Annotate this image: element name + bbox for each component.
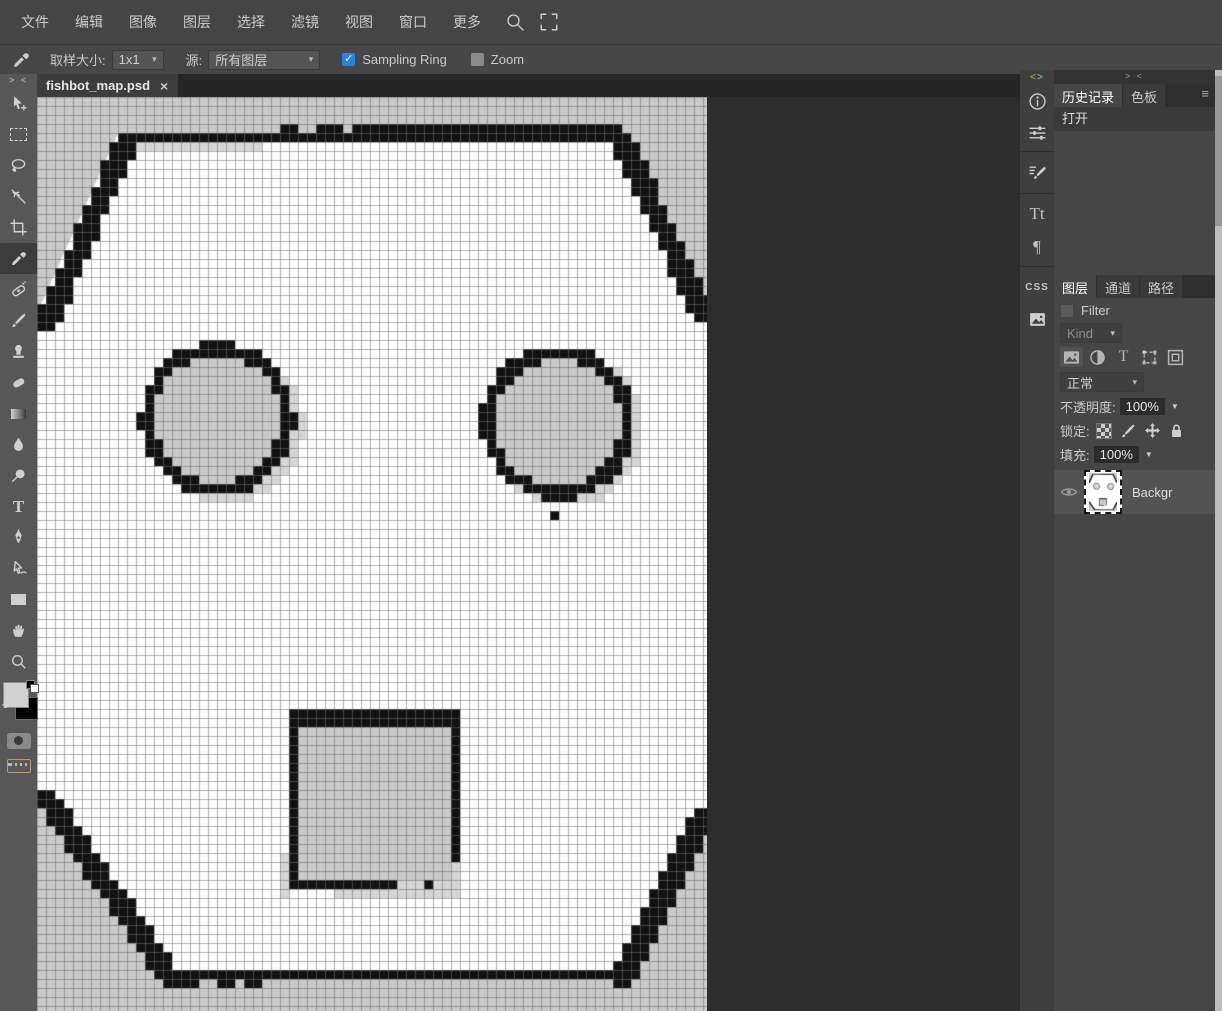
lock-paint-icon[interactable]: [1120, 423, 1136, 439]
lock-all-icon[interactable]: [1169, 423, 1184, 439]
menu-view[interactable]: 视图: [332, 0, 386, 44]
layer-filter-icons: T: [1054, 343, 1215, 367]
layer-visibility-eye-icon[interactable]: [1054, 485, 1084, 499]
healing-brush-tool[interactable]: [0, 274, 37, 305]
menu-file[interactable]: 文件: [8, 0, 62, 44]
toolbar-collapse-icon[interactable]: > <: [0, 74, 37, 88]
document-canvas[interactable]: [37, 97, 707, 1011]
color-swatches: ⇄: [0, 680, 39, 724]
image-panel-icon[interactable]: [1020, 304, 1054, 335]
blend-mode-select[interactable]: 正常 ▾: [1060, 372, 1144, 392]
panel-icon-column: <> Tt ¶ CSS: [1020, 70, 1054, 1011]
adjustments-panel-icon[interactable]: [1020, 117, 1054, 148]
dodge-tool[interactable]: [0, 460, 37, 491]
tab-paths[interactable]: 路径: [1140, 275, 1183, 298]
character-panel-icon[interactable]: Tt: [1020, 197, 1054, 230]
layers-tab-bar: 图层 通道 路径: [1054, 275, 1215, 298]
rect-select-tool[interactable]: [0, 119, 37, 150]
scrollbar-thumb[interactable]: [1215, 76, 1222, 226]
menu-more[interactable]: 更多: [440, 0, 494, 44]
search-icon[interactable]: [502, 9, 528, 35]
zoom-tool[interactable]: [0, 646, 37, 677]
clone-stamp-tool[interactable]: [0, 336, 37, 367]
sample-size-label: 取样大小:: [50, 53, 106, 68]
filter-checkbox[interactable]: [1060, 303, 1074, 318]
gradient-tool[interactable]: [0, 398, 37, 429]
lock-position-icon[interactable]: [1144, 422, 1161, 439]
pen-tool[interactable]: [0, 522, 37, 553]
brush-settings-panel-icon[interactable]: [1020, 155, 1054, 190]
menu-image[interactable]: 图像: [116, 0, 170, 44]
opacity-label: 不透明度:: [1060, 400, 1116, 415]
brush-tool[interactable]: [0, 305, 37, 336]
lasso-tool[interactable]: [0, 150, 37, 181]
eyedropper-options-icon: [12, 51, 30, 69]
history-tab-bar: 历史记录 色板 ≡: [1054, 84, 1215, 107]
crop-tool[interactable]: [0, 212, 37, 243]
history-collapse-icon[interactable]: > <: [1054, 70, 1215, 84]
filter-type-layers-icon[interactable]: T: [1112, 347, 1135, 367]
sampling-ring-checkbox[interactable]: ✓: [342, 53, 356, 66]
path-select-tool[interactable]: [0, 553, 37, 584]
magic-wand-tool[interactable]: [0, 181, 37, 212]
menu-layer[interactable]: 图层: [170, 0, 224, 44]
menu-select[interactable]: 选择: [224, 0, 278, 44]
right-panel-column: > < 历史记录 色板 ≡ 打开 图层 通道 路径 Filter Kind ▾ T: [1054, 70, 1215, 1011]
keyboard-shortcuts-icon[interactable]: [0, 750, 37, 781]
paragraph-panel-icon[interactable]: ¶: [1020, 230, 1054, 263]
css-panel-icon[interactable]: CSS: [1020, 270, 1054, 304]
default-colors-icon[interactable]: [26, 680, 39, 693]
shape-tool[interactable]: [0, 584, 37, 615]
document-title: fishbot_map.psd: [46, 78, 151, 93]
tab-swatches[interactable]: 色板: [1123, 84, 1166, 107]
eraser-tool[interactable]: [0, 367, 37, 398]
filter-adjustment-layers-icon[interactable]: [1086, 347, 1109, 367]
source-label: 源:: [185, 53, 203, 68]
filter-pixel-layers-icon[interactable]: [1060, 347, 1083, 367]
document-tab[interactable]: fishbot_map.psd ×: [36, 74, 179, 97]
opacity-caret-icon[interactable]: ▼: [1171, 402, 1179, 411]
filter-smart-objects-icon[interactable]: [1164, 347, 1187, 367]
zoom-checkbox[interactable]: [470, 53, 484, 66]
sample-size-select[interactable]: 1x1 ▾: [111, 49, 164, 70]
fill-value[interactable]: 100%: [1093, 446, 1139, 463]
layer-name: Backgr: [1132, 484, 1173, 500]
tab-layers[interactable]: 图层: [1054, 275, 1097, 298]
layer-thumbnail[interactable]: [1084, 470, 1122, 514]
toolbar: > < T ⇄: [0, 74, 39, 1011]
info-panel-icon[interactable]: [1020, 86, 1054, 117]
lock-label: 锁定:: [1060, 424, 1090, 439]
filter-label: Filter: [1081, 303, 1110, 318]
lock-transparency-icon[interactable]: [1095, 422, 1112, 439]
menu-window[interactable]: 窗口: [386, 0, 440, 44]
panel-menu-icon[interactable]: ≡: [1201, 84, 1215, 107]
menu-edit[interactable]: 编辑: [62, 0, 116, 44]
tab-channels[interactable]: 通道: [1097, 275, 1140, 298]
document-tab-bar: fishbot_map.psd ×: [36, 74, 1020, 97]
opacity-value[interactable]: 100%: [1119, 398, 1165, 415]
canvas-area[interactable]: [37, 97, 707, 1011]
move-tool[interactable]: [0, 88, 37, 119]
blur-tool[interactable]: [0, 429, 37, 460]
filter-shape-layers-icon[interactable]: [1138, 347, 1161, 367]
menu-bar: 文件 编辑 图像 图层 选择 滤镜 视图 窗口 更多: [0, 0, 1222, 44]
menu-filter[interactable]: 滤镜: [278, 0, 332, 44]
vertical-scrollbar[interactable]: [1215, 70, 1222, 1011]
hand-tool[interactable]: [0, 615, 37, 646]
sampling-ring-label: Sampling Ring: [362, 52, 447, 67]
fullscreen-icon[interactable]: [536, 9, 562, 35]
history-entry-open[interactable]: 打开: [1054, 107, 1215, 131]
eyedropper-tool[interactable]: [0, 243, 37, 274]
panel-collapse-icon[interactable]: <>: [1020, 70, 1054, 86]
layer-row[interactable]: Backgr: [1054, 470, 1215, 514]
type-tool[interactable]: T: [0, 491, 37, 522]
fill-caret-icon[interactable]: ▼: [1145, 450, 1153, 459]
kind-select[interactable]: Kind ▾: [1060, 323, 1122, 343]
fill-label: 填充:: [1060, 448, 1090, 463]
zoom-label: Zoom: [490, 52, 525, 67]
close-tab-icon[interactable]: ×: [160, 78, 168, 94]
layers-panel: 图层 通道 路径 Filter Kind ▾ T 正常 ▾ 不透明度: 100%…: [1054, 275, 1215, 514]
source-select[interactable]: 所有图层 ▾: [208, 49, 321, 70]
tab-history[interactable]: 历史记录: [1054, 84, 1123, 107]
